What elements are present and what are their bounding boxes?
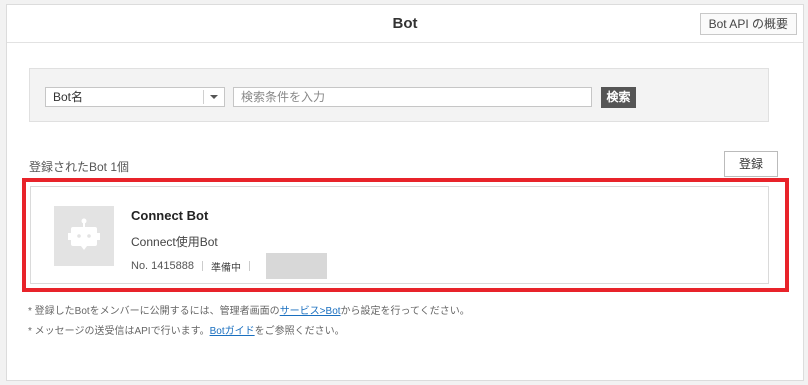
page-title: Bot — [392, 15, 418, 32]
note-text: から設定を行ってください。 — [340, 306, 470, 317]
bot-meta: No. 1415888 準備中 — [131, 253, 327, 279]
search-input[interactable] — [233, 87, 592, 107]
meta-divider — [249, 261, 250, 271]
bot-description: Connect使用Bot — [131, 235, 218, 249]
search-type-value: Bot名 — [53, 90, 84, 104]
bot-api-overview-button[interactable]: Bot API の概要 — [699, 13, 797, 35]
search-type-select[interactable]: Bot名 — [45, 87, 225, 107]
chevron-down-icon — [210, 95, 218, 99]
search-button[interactable]: 検索 — [601, 87, 636, 108]
note-text: をご参照ください。 — [254, 326, 345, 337]
search-panel: Bot名 検索 — [29, 68, 769, 122]
bot-status: 準備中 — [211, 262, 241, 274]
service-bot-link[interactable]: サービス>Bot — [280, 306, 341, 317]
bot-guide-link[interactable]: Botガイド — [210, 326, 255, 337]
bot-number: No. 1415888 — [131, 260, 194, 272]
page-header: Bot Bot API の概要 — [7, 5, 803, 43]
bot-avatar — [54, 206, 114, 266]
meta-divider — [202, 261, 203, 271]
redacted-block — [266, 253, 327, 279]
note-line-2: * メッセージの送受信はAPIで行います。Botガイドをご参照ください。 — [28, 322, 470, 342]
register-button[interactable]: 登録 — [724, 151, 778, 177]
note-text: * 登録したBotをメンバーに公開するには、管理者画面の — [28, 306, 280, 317]
note-line-1: * 登録したBotをメンバーに公開するには、管理者画面のサービス>Botから設定… — [28, 302, 470, 322]
note-text: * メッセージの送受信はAPIで行います。 — [28, 326, 210, 337]
notes: * 登録したBotをメンバーに公開するには、管理者画面のサービス>Botから設定… — [28, 302, 470, 342]
bot-count-text: 登録されたBot 1個 — [29, 160, 130, 174]
robot-icon — [68, 218, 100, 250]
bot-list-item[interactable]: Connect Bot Connect使用Bot No. 1415888 準備中 — [30, 186, 769, 284]
bot-name: Connect Bot — [131, 208, 209, 223]
select-divider — [203, 90, 204, 104]
